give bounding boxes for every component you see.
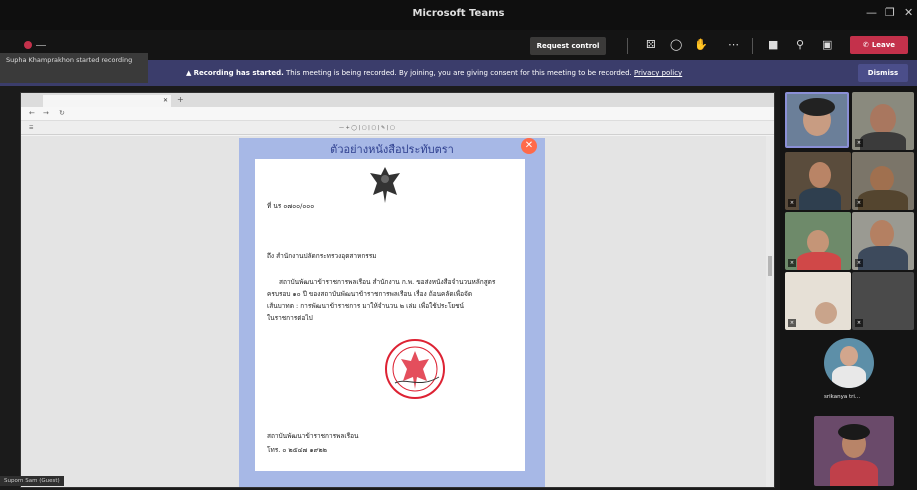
address-bar: ← → ↻ (21, 107, 774, 121)
participant-hair (838, 424, 870, 440)
shared-browser-window: ✕ + ← → ↻ ☰ — + ◯ | ▢ | ▢ | ✎ | ▢ ตัวอย่… (20, 92, 775, 488)
share-screen-icon[interactable]: ▣ (822, 38, 832, 52)
close-tab-icon[interactable]: ✕ (163, 97, 168, 104)
request-control-button[interactable]: Request control (530, 37, 606, 55)
participants-icon[interactable]: ⚄ (646, 38, 656, 52)
presenter-name-tag: Suporn Sam (Guest) (0, 476, 64, 486)
document-close-icon[interactable]: ✕ (521, 138, 537, 154)
maximize-icon[interactable]: ❐ (885, 6, 895, 19)
participant-body (799, 188, 841, 210)
body-line-3: เส้นบาทต : การพัฒนาข้าราชการ มาให้จำนวน … (267, 302, 464, 310)
pdf-viewer: ตัวอย่างหนังสือประทับตรา ✕ ที่ นร ๐๗๐๐/๐… (21, 136, 774, 487)
browser-tab[interactable]: ✕ (43, 95, 171, 107)
scrollbar[interactable] (766, 136, 774, 487)
teams-window: Microsoft Teams — ❐ ✕ Request control ⚄ … (0, 0, 917, 490)
participant-face (840, 346, 858, 366)
muted-mic-icon: × (855, 259, 863, 267)
body-line-4: ในราชการต่อไป (267, 314, 313, 322)
window-title: Microsoft Teams (412, 8, 505, 19)
signing-organization: สถาบันพัฒนาข้าราชการพลเรือน (267, 432, 359, 440)
participant-video-tile[interactable] (814, 416, 894, 486)
new-tab-icon[interactable]: + (177, 95, 184, 104)
reload-icon[interactable]: ↻ (59, 109, 65, 117)
privacy-policy-link[interactable]: Privacy policy (634, 69, 682, 77)
recording-notification: Supha Khamprakhon started recording (0, 53, 148, 83)
url-field[interactable] (77, 109, 497, 119)
participant-face (807, 230, 829, 254)
garuda-emblem-icon (370, 167, 400, 203)
participant-face (870, 166, 894, 192)
participant-body (797, 252, 841, 270)
official-seal-stamp (385, 339, 445, 399)
participant-face (870, 220, 894, 248)
muted-mic-icon: × (788, 259, 796, 267)
toolbar-divider (627, 38, 628, 54)
close-icon[interactable]: ✕ (904, 6, 913, 19)
warning-icon: ▲ (186, 69, 192, 77)
participant-video-tile[interactable]: × (852, 92, 914, 150)
forward-icon[interactable]: → (43, 109, 49, 117)
body-line-1: สถาบันพัฒนาข้าราชการพลเรือน สำนักงาน ก.พ… (279, 278, 496, 286)
participant-video-tile[interactable]: × (785, 272, 851, 330)
participant-video-tile[interactable]: × (785, 212, 851, 270)
participant-face (809, 162, 831, 188)
participant-body (832, 366, 866, 388)
dismiss-button[interactable]: Dismiss (858, 64, 908, 82)
phone-icon: ✆ (862, 41, 869, 49)
timer-icon (36, 45, 46, 46)
browser-tab-bar: ✕ + (21, 93, 774, 107)
participants-panel: × × × × × × × srikanya tri... (780, 86, 917, 490)
participant-video-tile[interactable]: × (852, 212, 914, 270)
participant-body (860, 132, 906, 150)
pdf-toolbar: ☰ — + ◯ | ▢ | ▢ | ✎ | ▢ (21, 121, 774, 135)
camera-icon[interactable]: ■ (768, 38, 778, 52)
telephone-line: โทร. ๐ ๒๕๔๗ ๑๙๒๒ (267, 446, 327, 454)
reference-number: ที่ นร ๐๗๐๐/๐๐๐ (267, 202, 315, 210)
minimize-icon[interactable]: — (866, 6, 877, 19)
muted-mic-icon: × (788, 199, 796, 207)
document-frame: ตัวอย่างหนังสือประทับตรา ✕ ที่ นร ๐๗๐๐/๐… (239, 138, 545, 487)
muted-mic-icon: × (855, 319, 863, 327)
scrollbar-thumb[interactable] (768, 256, 772, 276)
back-icon[interactable]: ← (29, 109, 35, 117)
microphone-icon[interactable]: ⚲ (796, 38, 804, 52)
pdf-tools[interactable]: — + ◯ | ▢ | ▢ | ✎ | ▢ (339, 125, 395, 131)
recording-indicator-icon (24, 41, 32, 49)
participant-avatar[interactable] (824, 338, 874, 388)
participant-body (858, 190, 908, 210)
document-page: ที่ นร ๐๗๐๐/๐๐๐ ถึง สำนักงานปลัดกระทรวงอ… (255, 159, 525, 471)
leave-button[interactable]: ✆ Leave (850, 36, 908, 54)
document-title: ตัวอย่างหนังสือประทับตรา (330, 143, 454, 156)
more-actions-icon[interactable]: ⋯ (728, 38, 739, 52)
participant-video-tile[interactable] (785, 92, 849, 148)
leave-label: Leave (871, 41, 896, 49)
body-line-2: ครบรอบ ๑๐ ปี ของสถาบันพัฒนาข้าราชการพลเร… (267, 290, 473, 298)
participant-face (870, 104, 896, 134)
toolbar-divider (752, 38, 753, 54)
participant-video-tile[interactable]: × (785, 152, 851, 210)
participant-name: srikanya tri... (824, 394, 861, 400)
participant-body (858, 246, 908, 270)
page-number-field[interactable]: ☰ (29, 125, 33, 131)
muted-mic-icon: × (855, 139, 863, 147)
recording-message: ▲ Recording has started. This meeting is… (186, 69, 682, 77)
recording-title: Recording has started. (193, 69, 284, 77)
recipient-line: ถึง สำนักงานปลัดกระทรวงอุตสาหกรรม (267, 252, 377, 260)
shared-screen: ✕ + ← → ↻ ☰ — + ◯ | ▢ | ▢ | ✎ | ▢ ตัวอย่… (0, 86, 780, 490)
muted-mic-icon: × (788, 319, 796, 327)
muted-mic-icon: × (855, 199, 863, 207)
participant-hair (799, 98, 835, 116)
participant-face (815, 302, 837, 324)
title-bar: Microsoft Teams — ❐ ✕ (0, 0, 917, 30)
raise-hand-icon[interactable]: ✋ (694, 38, 708, 52)
participant-body (830, 460, 878, 486)
recording-text: This meeting is being recorded. By joini… (286, 69, 632, 77)
participant-video-tile[interactable]: × (852, 272, 914, 330)
participant-video-tile[interactable]: × (852, 152, 914, 210)
chat-icon[interactable]: ◯ (670, 38, 682, 52)
